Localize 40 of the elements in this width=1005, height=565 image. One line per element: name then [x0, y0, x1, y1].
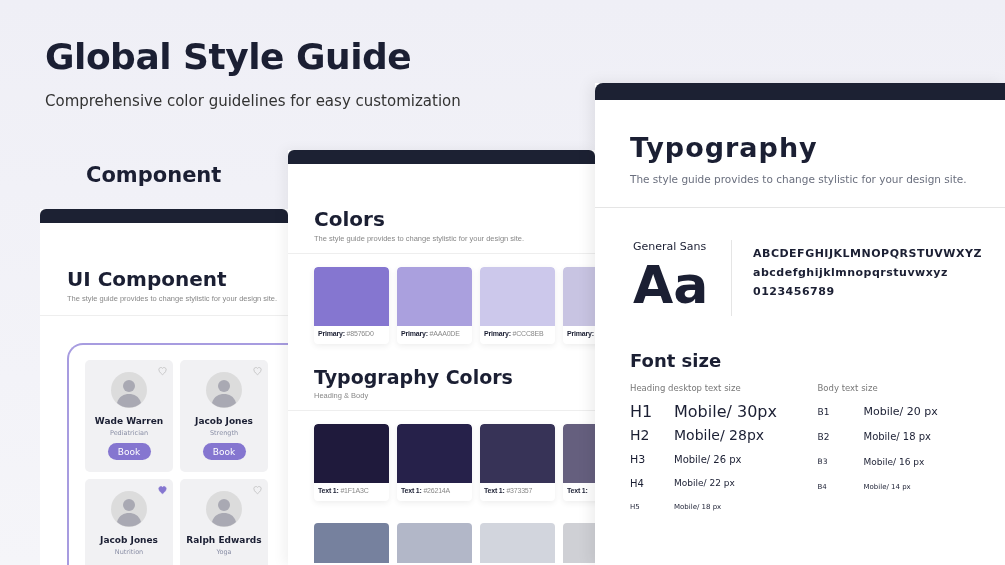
person-name: Ralph Edwards: [186, 535, 262, 545]
column-label: Body text size: [817, 383, 879, 393]
book-button[interactable]: Book: [202, 443, 246, 460]
font-size-value: Mobile/ 16 px: [863, 456, 925, 467]
panel-title: Typography: [630, 132, 819, 163]
heart-icon[interactable]: [157, 484, 168, 495]
heading-tag: H3: [630, 452, 674, 466]
panel-title: UI Component: [67, 267, 228, 291]
font-size-value: Mobile/ 22 px: [674, 478, 735, 488]
font-name: General Sans: [633, 240, 708, 253]
avatar-silhouette: [111, 372, 147, 408]
uppercase-alphabet: ABCDEFGHIJKLMNOPQRSTUVWXYZ: [753, 247, 982, 260]
panel-description: The style guide provides to change stylistic for your design site.: [630, 173, 968, 185]
avatar-silhouette: [206, 372, 242, 408]
section-title: Font size: [630, 350, 723, 371]
book-button[interactable]: Book: [107, 443, 151, 460]
avatar-silhouette: [206, 491, 242, 527]
avatar-silhouette: [111, 491, 147, 527]
heading-tag: H1: [630, 401, 674, 421]
font-size-value: Mobile/ 20 px: [863, 405, 938, 418]
heading-tag: H4: [630, 477, 674, 489]
digits: 0123456789: [753, 285, 836, 298]
panel-title: Colors: [314, 207, 386, 231]
font-size-value: Mobile/ 30px: [674, 401, 777, 421]
page-subtitle: Comprehensive color guidelines for easy customization: [45, 92, 461, 110]
page-title: Global Style Guide: [45, 36, 412, 77]
person-name: Wade Warren: [94, 416, 164, 426]
body-tag: B1: [817, 406, 864, 417]
person-name: Jacob Jones: [100, 535, 158, 545]
body-tag: B2: [817, 431, 864, 442]
column-label: Heading desktop text size: [630, 383, 742, 393]
font-size-value: Mobile/ 26 px: [674, 453, 742, 465]
heading-tag: H2: [630, 427, 674, 443]
font-size-value: Mobile/ 18 px: [863, 431, 932, 442]
section-label: Component: [86, 163, 222, 187]
font-sample: Aa: [633, 259, 710, 311]
font-size-value: Mobile/ 28px: [674, 427, 765, 443]
person-name: Jacob Jones: [195, 416, 253, 426]
lowercase-alphabet: abcdefghijklmnopqrstuvwxyz: [753, 266, 949, 279]
section-title: Typography Colors: [314, 366, 514, 388]
